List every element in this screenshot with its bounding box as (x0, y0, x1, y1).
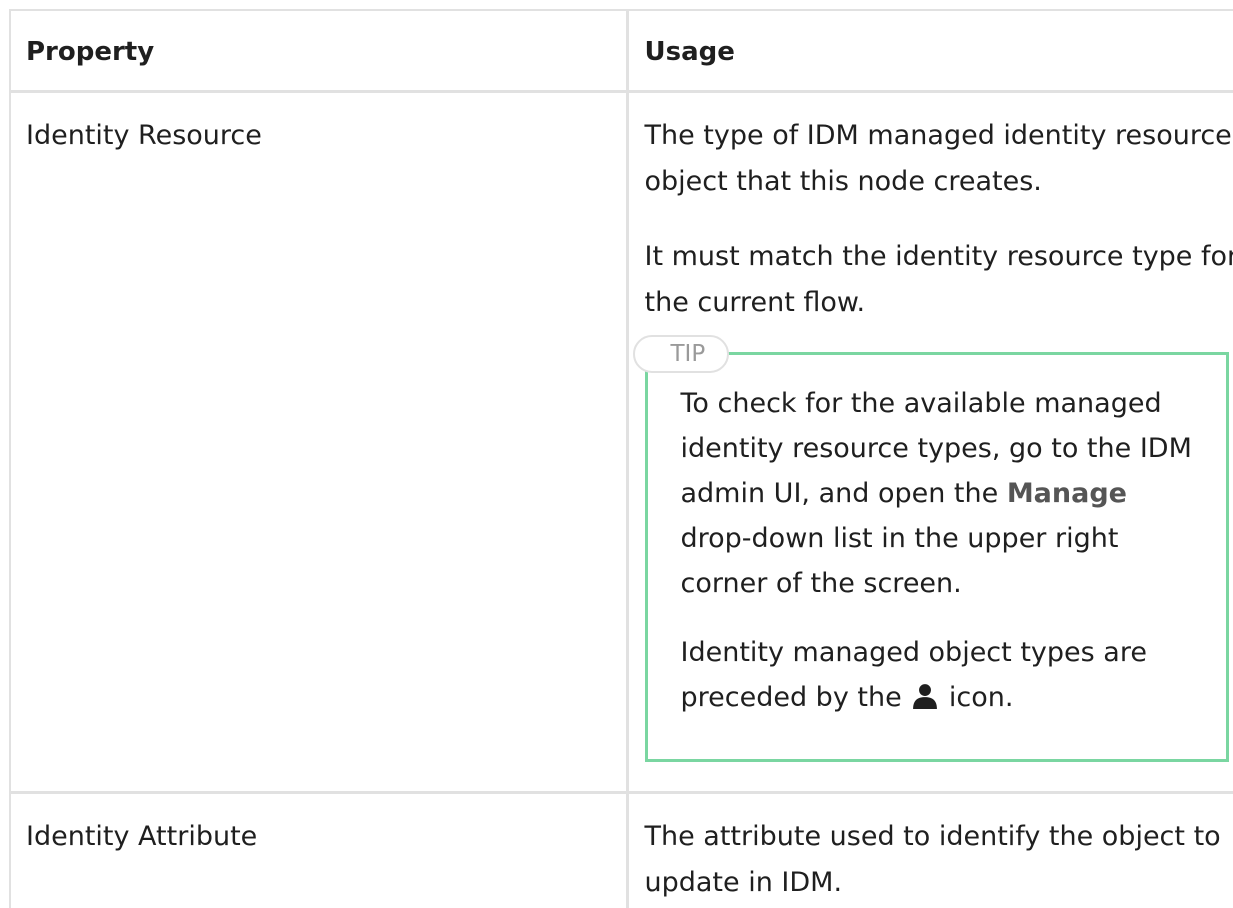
property-table: Property Usage Identity Resource The typ… (11, 11, 1233, 908)
user-icon (913, 683, 938, 709)
table-header-row: Property Usage (11, 11, 1233, 93)
usage-cell: The type of IDM managed identity resourc… (625, 91, 1233, 794)
tip-paragraph: To check for the available managed ident… (681, 381, 1196, 606)
tip-admonition: TIP To check for the available managed i… (632, 334, 1229, 762)
property-column-header: Property (11, 11, 627, 93)
table-row: Identity Resource The type of IDM manage… (11, 91, 1233, 794)
manage-menu-name: Manage (1006, 477, 1127, 509)
tip-text: icon. (940, 681, 1014, 713)
tip-text: drop-down list in the upper right corner… (680, 522, 1119, 599)
property-cell: Identity Resource (11, 91, 627, 794)
property-table-container: Property Usage Identity Resource The typ… (9, 9, 1233, 908)
usage-cell: The attribute used to identify the objec… (625, 792, 1233, 908)
property-cell: Identity Attribute (26, 820, 258, 852)
usage-column-header: Usage (625, 11, 1233, 93)
tip-paragraph: Identity managed object types are preced… (681, 630, 1196, 720)
tip-label: TIP (632, 334, 730, 373)
table-row: Identity Attribute The attribute used to… (11, 792, 1233, 908)
usage-paragraph: It must match the identity resource type… (644, 240, 1233, 318)
usage-paragraph: The type of IDM managed identity resourc… (644, 119, 1232, 197)
usage-paragraph: The attribute used to identify the objec… (644, 820, 1221, 898)
